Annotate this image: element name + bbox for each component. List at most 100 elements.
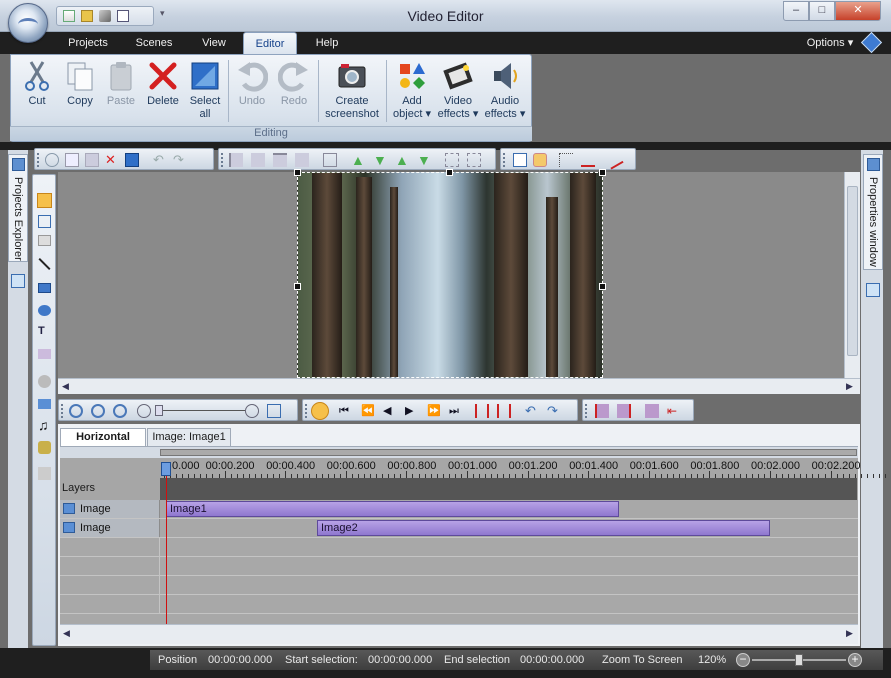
grid-icon[interactable] <box>513 153 527 167</box>
copy-small-icon[interactable] <box>65 153 79 167</box>
tab-help[interactable]: Help <box>305 32 349 54</box>
timeline-tab-horizontal[interactable]: Horizontal <box>60 428 146 446</box>
timeline-row[interactable]: Image Image2 <box>60 519 858 538</box>
split-left-icon[interactable] <box>595 404 609 418</box>
line-tool-icon[interactable] <box>38 257 51 271</box>
zoom-slider-thumb[interactable] <box>795 654 803 666</box>
zoom-out-icon[interactable] <box>91 404 105 418</box>
undo-small-icon[interactable]: ↶ <box>153 153 167 167</box>
playhead-line[interactable] <box>166 464 167 624</box>
go-to-end-icon[interactable]: ⏭ <box>449 404 463 418</box>
zoom-in-button[interactable]: + <box>848 653 862 667</box>
timeline-row[interactable]: Image Image1 <box>60 500 858 519</box>
redo-button[interactable]: Redo <box>274 60 314 108</box>
scroll-left-icon[interactable]: ◀ <box>63 628 70 639</box>
align-top-icon[interactable] <box>273 153 287 167</box>
paste-small-icon[interactable] <box>85 153 99 167</box>
scroll-right-icon[interactable]: ▶ <box>846 628 853 639</box>
canvas-horizontal-scrollbar[interactable]: ◀ ▶ <box>58 378 860 394</box>
send-to-back-icon[interactable]: ▼ <box>417 153 431 167</box>
timeline-range-bar[interactable] <box>160 449 857 456</box>
options-menu[interactable]: Options ▾ <box>800 32 860 54</box>
scroll-right-icon[interactable]: ▶ <box>846 381 853 392</box>
tab-editor[interactable]: Editor <box>243 32 297 54</box>
projects-explorer-tab[interactable]: Projects Explorer <box>8 154 28 262</box>
trim-end-icon[interactable]: ⇤ <box>667 404 681 418</box>
group-icon[interactable] <box>445 153 459 167</box>
guides-icon[interactable] <box>559 153 573 167</box>
text-tool-icon[interactable]: T <box>38 325 51 338</box>
panel-pin-icon[interactable] <box>11 274 25 288</box>
forest-image-object[interactable] <box>297 172 603 378</box>
draw-line-icon[interactable] <box>604 150 624 170</box>
fast-forward-icon[interactable]: ⏩ <box>427 404 441 418</box>
send-backward-icon[interactable]: ▼ <box>373 153 387 167</box>
clip-image1[interactable]: Image1 <box>166 501 619 517</box>
loop-back-icon[interactable]: ↶ <box>525 404 539 418</box>
cut-button[interactable]: Cut <box>16 60 58 108</box>
scroll-left-icon[interactable]: ◀ <box>62 381 69 392</box>
time-ruler[interactable]: 0.000 00:00.200 00:00.400 00:00.600 00:00.80… <box>60 458 887 478</box>
zoom-slider-thumb[interactable] <box>155 405 163 416</box>
resize-handle[interactable] <box>446 169 453 176</box>
align-center-icon[interactable] <box>251 153 265 167</box>
rectangle-tool-icon[interactable] <box>38 283 51 293</box>
pointer-tool-icon[interactable] <box>37 193 52 208</box>
bring-forward-icon[interactable]: ▲ <box>351 153 365 167</box>
copy-button[interactable]: Copy <box>60 60 100 108</box>
app-menu-button[interactable] <box>8 3 48 43</box>
effects-tool-icon[interactable] <box>38 441 51 454</box>
subtitle-tool-icon[interactable] <box>38 349 51 359</box>
zoom-minus-icon[interactable] <box>137 404 151 418</box>
layer-label[interactable]: Image <box>60 519 160 537</box>
create-screenshot-button[interactable]: Create screenshot <box>322 60 382 121</box>
add-object-button[interactable]: Add object ▾ <box>390 60 434 121</box>
align-left-icon[interactable] <box>229 153 243 167</box>
zoom-100-icon[interactable] <box>113 404 127 418</box>
play-icon[interactable]: ▶ <box>405 404 419 418</box>
same-size-icon[interactable] <box>323 153 337 167</box>
zoom-in-icon[interactable] <box>69 404 83 418</box>
loop-forward-icon[interactable]: ↷ <box>547 404 561 418</box>
mark-out-icon[interactable] <box>497 404 511 418</box>
resize-handle[interactable] <box>294 169 301 176</box>
playhead-handle[interactable] <box>161 462 171 476</box>
ellipse-tool-icon[interactable] <box>38 305 51 316</box>
resize-handle[interactable] <box>599 169 606 176</box>
split-right-icon[interactable] <box>617 404 631 418</box>
trim-icon[interactable] <box>645 404 659 418</box>
video-effects-button[interactable]: Video effects ▾ <box>435 60 481 121</box>
select-all-small-icon[interactable] <box>125 153 139 167</box>
ungroup-icon[interactable] <box>467 153 481 167</box>
frame-tool-icon[interactable] <box>38 235 51 246</box>
zoom-slider-track[interactable] <box>155 410 245 411</box>
close-button[interactable]: ✕ <box>835 1 881 21</box>
delete-small-icon[interactable]: ✕ <box>105 153 119 167</box>
paste-button[interactable]: Paste <box>102 60 140 108</box>
delete-button[interactable]: Delete <box>142 60 184 108</box>
redo-small-icon[interactable]: ↷ <box>173 153 187 167</box>
zoom-to-screen-button[interactable]: Zoom To Screen <box>602 650 683 670</box>
tab-projects[interactable]: Projects <box>58 32 118 54</box>
go-to-start-icon[interactable]: ⏮ <box>339 404 353 418</box>
rewind-icon[interactable]: ⏪ <box>361 404 375 418</box>
minimize-button[interactable]: – <box>783 1 809 21</box>
cut-small-icon[interactable] <box>45 153 59 167</box>
clip-image2[interactable]: Image2 <box>317 520 770 536</box>
undo-button[interactable]: Undo <box>232 60 272 108</box>
snap-icon[interactable] <box>581 153 595 167</box>
crop-tool-icon[interactable] <box>38 215 51 228</box>
timeline-tab-image1[interactable]: Image: Image1 <box>147 428 231 446</box>
video-tool-icon[interactable] <box>38 375 51 388</box>
mark-in-icon[interactable] <box>475 404 489 418</box>
maximize-button[interactable]: □ <box>809 1 835 21</box>
scroll-thumb[interactable] <box>847 186 858 356</box>
align-middle-icon[interactable] <box>295 153 309 167</box>
resize-handle[interactable] <box>599 283 606 290</box>
magnet-icon[interactable] <box>533 153 547 167</box>
clock-icon[interactable] <box>311 402 329 420</box>
properties-pin-icon[interactable] <box>866 283 880 297</box>
bring-to-front-icon[interactable]: ▲ <box>395 153 409 167</box>
canvas-vertical-scrollbar[interactable] <box>844 172 860 378</box>
timeline-horizontal-scrollbar[interactable]: ◀ ▶ <box>60 624 858 644</box>
